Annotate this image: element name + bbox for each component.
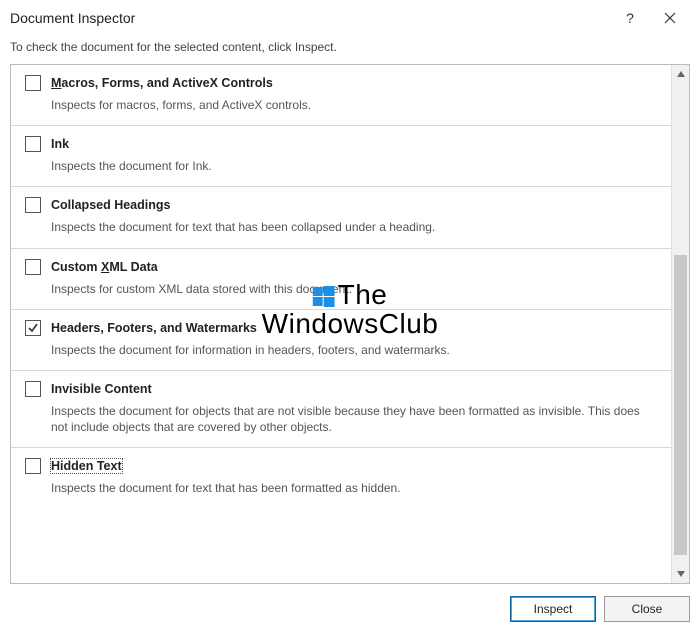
check-icon: [27, 322, 39, 334]
inspection-checkbox[interactable]: [25, 381, 41, 397]
inspection-item-title[interactable]: Hidden Text: [51, 459, 122, 473]
inspection-item: Collapsed Headings Inspects the document …: [11, 187, 671, 248]
inspection-item-header: Custom XML Data: [25, 259, 657, 275]
titlebar: Document Inspector ?: [0, 0, 700, 34]
help-button[interactable]: ?: [610, 4, 650, 32]
inspection-item-desc: Inspects the document for text that has …: [51, 219, 657, 235]
button-row: Inspect Close: [0, 584, 700, 632]
inspection-item-desc: Inspects the document for objects that a…: [51, 403, 657, 435]
inspection-item: Invisible Content Inspects the document f…: [11, 371, 671, 448]
inspection-item: Hidden Text Inspects the document for tex…: [11, 448, 671, 508]
inspection-item-title[interactable]: Headers, Footers, and Watermarks: [51, 321, 257, 335]
scroll-up-arrow-icon[interactable]: [672, 65, 689, 83]
inspection-item-title[interactable]: Collapsed Headings: [51, 198, 170, 212]
instruction-text: To check the document for the selected c…: [0, 34, 700, 64]
inspection-checkbox[interactable]: [25, 259, 41, 275]
inspection-item: Headers, Footers, and Watermarks Inspects…: [11, 310, 671, 371]
close-button[interactable]: Close: [604, 596, 690, 622]
inspect-button-label: Inspect: [534, 602, 573, 616]
scroll-thumb[interactable]: [674, 255, 687, 555]
inspection-item: Custom XML Data Inspects for custom XML d…: [11, 249, 671, 310]
inspection-checkbox[interactable]: [25, 320, 41, 336]
inspection-checkbox[interactable]: [25, 458, 41, 474]
inspection-item-desc: Inspects for macros, forms, and ActiveX …: [51, 97, 657, 113]
inspection-item: Macros, Forms, and ActiveX Controls Inspe…: [11, 65, 671, 126]
inspection-item-title[interactable]: Ink: [51, 137, 69, 151]
inspection-checkbox[interactable]: [25, 75, 41, 91]
dialog-title: Document Inspector: [10, 10, 610, 26]
close-button-label: Close: [632, 602, 663, 616]
inspection-item: Ink Inspects the document for Ink.: [11, 126, 671, 187]
inspection-item-header: Invisible Content: [25, 381, 657, 397]
inspection-item-desc: Inspects the document for information in…: [51, 342, 657, 358]
inspection-item-header: Hidden Text: [25, 458, 657, 474]
inspection-checkbox[interactable]: [25, 197, 41, 213]
inspection-item-title[interactable]: Custom XML Data: [51, 260, 158, 274]
inspection-item-desc: Inspects for custom XML data stored with…: [51, 281, 657, 297]
inspect-button[interactable]: Inspect: [510, 596, 596, 622]
inspection-item-header: Ink: [25, 136, 657, 152]
document-inspector-dialog: Document Inspector ? To check the docume…: [0, 0, 700, 638]
close-window-button[interactable]: [650, 4, 690, 32]
inspection-item-desc: Inspects the document for text that has …: [51, 480, 657, 496]
inspection-item-desc: Inspects the document for Ink.: [51, 158, 657, 174]
inspection-item-header: Macros, Forms, and ActiveX Controls: [25, 75, 657, 91]
close-icon: [664, 12, 676, 24]
inspection-item-title[interactable]: Invisible Content: [51, 382, 152, 396]
inspection-checkbox[interactable]: [25, 136, 41, 152]
inspection-item-header: Collapsed Headings: [25, 197, 657, 213]
inspection-item-title[interactable]: Macros, Forms, and ActiveX Controls: [51, 76, 273, 90]
inspection-item-header: Headers, Footers, and Watermarks: [25, 320, 657, 336]
scroll-down-arrow-icon[interactable]: [672, 565, 689, 583]
items-list: Macros, Forms, and ActiveX Controls Inspe…: [11, 65, 671, 583]
scrollbar[interactable]: [671, 65, 689, 583]
content-frame: Macros, Forms, and ActiveX Controls Inspe…: [10, 64, 690, 584]
